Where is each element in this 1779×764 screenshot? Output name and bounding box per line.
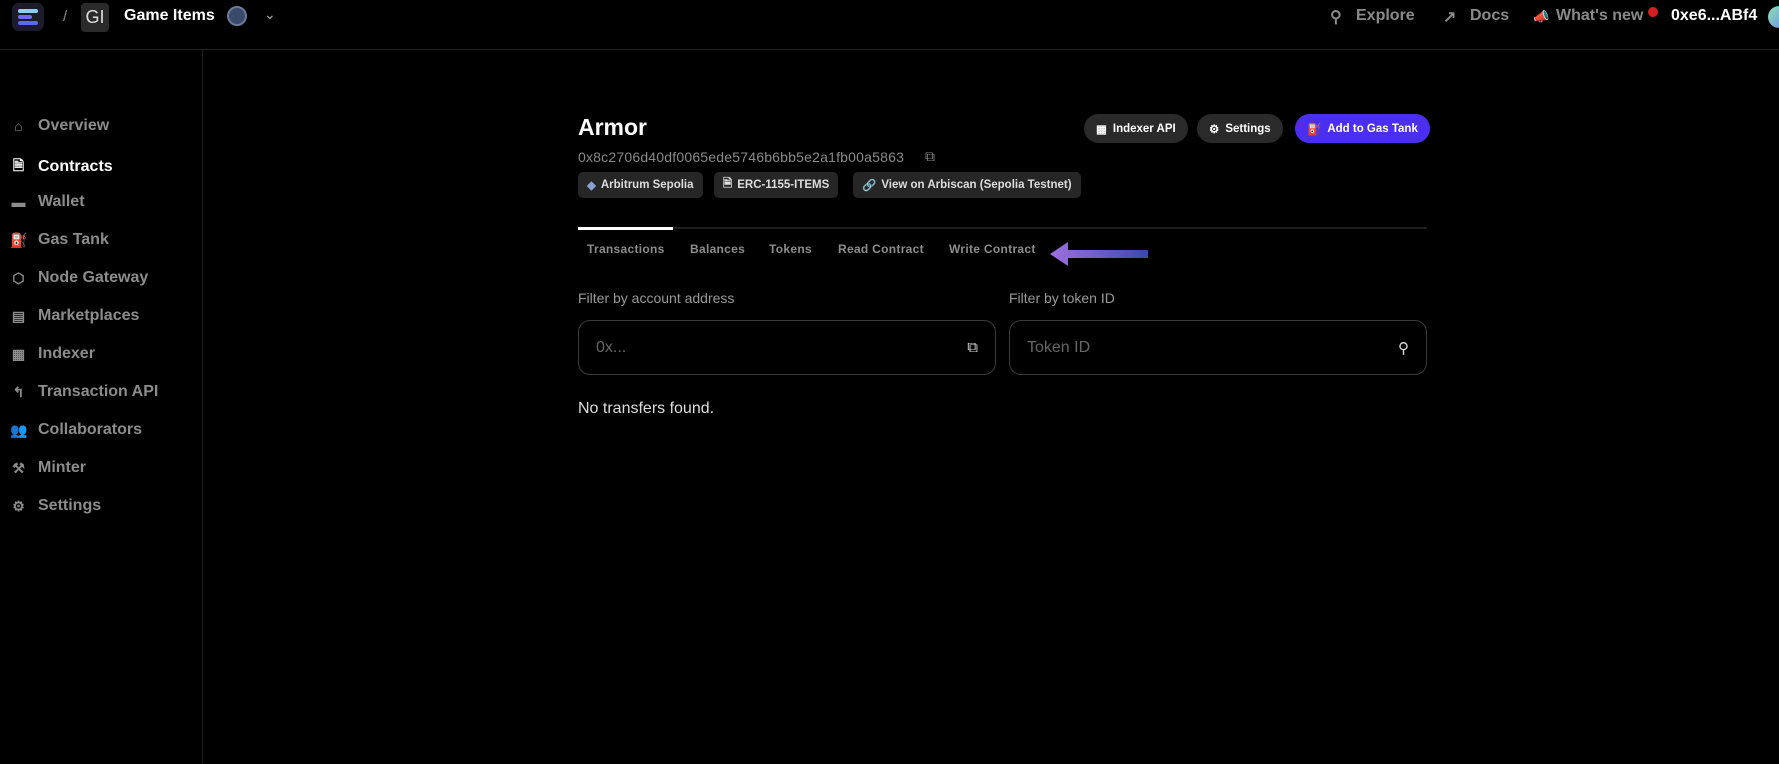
- sidebar-item-overview[interactable]: ⌂ Overview: [10, 117, 109, 135]
- chevron-down-icon[interactable]: ⌄: [264, 6, 276, 23]
- sidebar-item-label: Overview: [38, 117, 110, 134]
- sidebar-item-transaction-api[interactable]: ↰ Transaction API: [10, 383, 159, 401]
- arbitrum-icon: ◆: [587, 180, 596, 192]
- sidebar-item-label: Collaborators: [38, 421, 143, 438]
- sidebar-item-wallet[interactable]: ▬ Wallet: [10, 193, 85, 211]
- contract-icon: 🗎: [12, 157, 25, 173]
- token-filter-label: Filter by token ID: [1009, 290, 1115, 306]
- sidebar-item-label: Marketplaces: [38, 307, 140, 324]
- docs-link[interactable]: Docs: [1470, 7, 1509, 25]
- tab-read-contract[interactable]: Read Contract: [838, 242, 924, 256]
- gear-icon: ⚙: [12, 497, 25, 514]
- token-placeholder: Token ID: [1027, 338, 1091, 356]
- wallet-icon: ▬: [11, 194, 26, 210]
- account-address-input[interactable]: 0x... ⧉: [578, 320, 996, 375]
- arrow-up-right-icon: ↗: [1443, 9, 1457, 26]
- top-bar: / GI Game Items ⌄ ⚲ Explore ↗ Docs 📣 Wha…: [0, 0, 1779, 50]
- anvil-icon: ⚒: [12, 459, 25, 476]
- annotation-arrow-icon: [1050, 242, 1148, 266]
- cube-icon: ⬡: [12, 269, 25, 286]
- breadcrumb-separator: /: [63, 8, 68, 25]
- account-filter-label: Filter by account address: [578, 290, 735, 306]
- sidebar-item-settings[interactable]: ⚙ Settings: [10, 497, 101, 515]
- sidebar-item-label: Transaction API: [38, 383, 159, 400]
- button-label: Settings: [1225, 122, 1271, 135]
- search-icon: ⚲: [1330, 9, 1342, 26]
- sidebar-item-label: Node Gateway: [38, 269, 149, 286]
- notification-dot: [1648, 7, 1658, 17]
- grid-icon: ▦: [11, 345, 26, 362]
- tab-divider: [578, 227, 1427, 229]
- network-label: Arbitrum Sepolia: [600, 179, 694, 191]
- sidebar: ⌂ Overview 🗎 Contracts ▬ Wallet ⛽ Gas Tank ⬡…: [0, 50, 203, 764]
- sidebar-item-minter[interactable]: ⚒ Minter: [10, 459, 86, 477]
- gas-pump-icon: ⛽: [1307, 123, 1322, 136]
- view-on-explorer-link[interactable]: 🔗 View on Arbiscan (Sepolia Testnet): [853, 172, 1081, 198]
- button-label: Indexer API: [1112, 122, 1176, 135]
- gear-icon: ⚙: [1209, 123, 1220, 136]
- store-icon: ▤: [11, 307, 26, 324]
- sidebar-item-label: Minter: [38, 459, 86, 476]
- tab-balances[interactable]: Balances: [690, 242, 745, 256]
- project-avatar[interactable]: GI: [81, 3, 109, 32]
- contract-type-label: ERC-1155-ITEMS: [737, 179, 830, 191]
- search-icon[interactable]: ⚲: [1398, 339, 1409, 357]
- empty-state-message: No transfers found.: [578, 400, 715, 417]
- sidebar-item-label: Gas Tank: [38, 231, 109, 248]
- arbitrum-chain-icon: [227, 6, 247, 26]
- project-name[interactable]: Game Items: [124, 7, 215, 25]
- sidebar-item-node-gateway[interactable]: ⬡ Node Gateway: [10, 269, 148, 287]
- copy-icon[interactable]: ⧉: [925, 148, 935, 165]
- contract-icon: 🗎: [723, 177, 733, 190]
- active-tab-indicator: [578, 227, 673, 230]
- token-id-input[interactable]: Token ID ⚲: [1009, 320, 1427, 375]
- tab-write-contract[interactable]: Write Contract: [949, 242, 1036, 256]
- sidebar-item-collaborators[interactable]: 👥 Collaborators: [10, 421, 142, 439]
- whats-new-link[interactable]: What's new: [1556, 7, 1643, 25]
- gas-pump-icon: ⛽: [10, 231, 28, 248]
- link-icon: 🔗: [862, 180, 877, 192]
- settings-button[interactable]: ⚙ Settings: [1197, 114, 1283, 143]
- app-logo-icon[interactable]: [12, 3, 44, 31]
- home-icon: ⌂: [14, 118, 23, 134]
- route-icon: ↰: [12, 383, 25, 400]
- contract-type-badge: 🗎 ERC-1155-ITEMS: [714, 172, 839, 198]
- sidebar-item-indexer[interactable]: ▦ Indexer: [10, 345, 95, 363]
- users-icon: 👥: [10, 421, 28, 438]
- account-placeholder: 0x...: [596, 338, 627, 356]
- tab-transactions[interactable]: Transactions: [587, 242, 665, 256]
- wallet-address[interactable]: 0xe6...ABf4: [1671, 7, 1757, 25]
- network-badge: ◆ Arbitrum Sepolia: [578, 172, 703, 198]
- sidebar-item-label: Contracts: [38, 158, 113, 175]
- tab-tokens[interactable]: Tokens: [769, 242, 812, 256]
- sidebar-item-gas-tank[interactable]: ⛽ Gas Tank: [10, 231, 109, 249]
- indexer-api-button[interactable]: ▦ Indexer API: [1084, 114, 1188, 143]
- explorer-label: View on Arbiscan (Sepolia Testnet): [881, 179, 1072, 191]
- contract-title: Armor: [578, 114, 648, 140]
- sidebar-item-label: Settings: [38, 497, 102, 514]
- megaphone-icon: 📣: [1533, 9, 1550, 24]
- sidebar-item-label: Indexer: [38, 345, 95, 362]
- explore-link[interactable]: Explore: [1356, 7, 1415, 25]
- grid-icon: ▦: [1096, 123, 1107, 136]
- contract-address: 0x8c2706d40df0065ede5746b6bb5e2a1fb00a58…: [578, 149, 905, 165]
- sidebar-item-marketplaces[interactable]: ▤ Marketplaces: [10, 307, 140, 325]
- sidebar-item-label: Wallet: [38, 193, 85, 210]
- paste-icon[interactable]: ⧉: [967, 339, 978, 356]
- add-to-gas-tank-button[interactable]: ⛽ Add to Gas Tank: [1295, 114, 1430, 143]
- wallet-avatar[interactable]: [1768, 6, 1779, 28]
- sidebar-item-contracts[interactable]: 🗎 Contracts: [10, 155, 113, 179]
- button-label: Add to Gas Tank: [1327, 122, 1418, 135]
